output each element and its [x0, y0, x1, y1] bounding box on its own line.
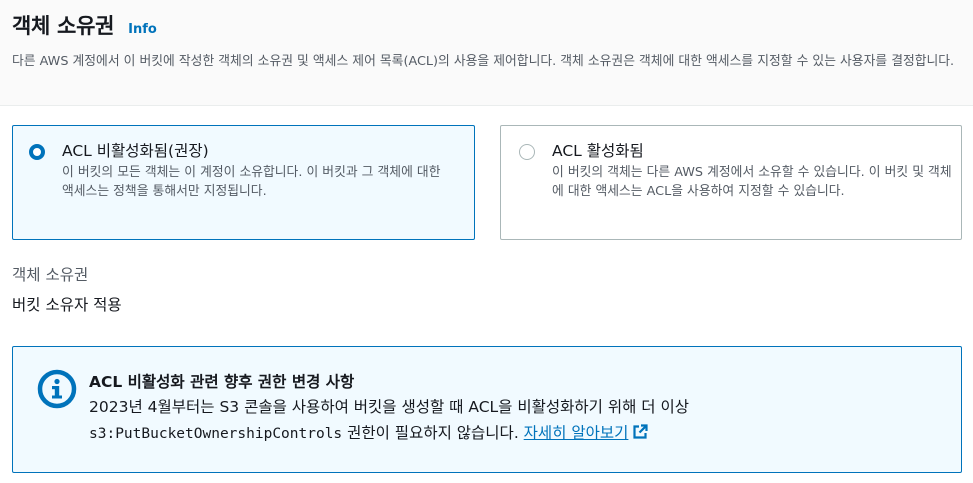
option-description: 이 버킷의 모든 객체는 이 계정이 소유합니다. 이 버킷과 그 객체에 대한…: [62, 165, 441, 199]
info-link[interactable]: Info: [128, 22, 157, 37]
alert-code: s3:PutBucketOwnershipControls: [89, 426, 343, 442]
ownership-value: 버킷 소유자 적용: [12, 296, 122, 314]
radio-unselected-icon[interactable]: [519, 144, 535, 160]
learn-more-link[interactable]: 자세히 알아보기: [524, 424, 649, 442]
option-text: ACL 비활성화됨(권장) 이 버킷의 모든 객체는 이 계정이 소유합니다. …: [62, 140, 454, 239]
header-description: 다른 AWS 계정에서 이 버킷에 작성한 객체의 소유권 및 액세스 제어 목…: [12, 54, 955, 69]
ownership-label: 객체 소유권: [12, 266, 89, 284]
title-row: 객체 소유권 Info: [12, 10, 961, 44]
alert-line-2-text: 권한이 필요하지 않습니다.: [342, 424, 524, 442]
option-label: ACL 비활성화됨(권장): [62, 142, 209, 160]
learn-more-label: 자세히 알아보기: [523, 424, 629, 442]
info-alert: ACL 비활성화 관련 향후 권한 변경 사항 2023년 4월부터는 S3 콘…: [12, 346, 962, 473]
alert-title: ACL 비활성화 관련 향후 권한 변경 사항: [89, 373, 355, 391]
alert-line-2: s3:PutBucketOwnershipControls 권한이 필요하지 않…: [89, 420, 689, 447]
alert-line-1: 2023년 4월부터는 S3 콘솔을 사용하여 버킷을 생성할 때 ACL을 비…: [89, 398, 689, 416]
page-title: 객체 소유권: [12, 14, 115, 38]
object-ownership-header: 객체 소유권 Info 다른 AWS 계정에서 이 버킷에 작성한 객체의 소유…: [0, 0, 973, 106]
option-acl-disabled[interactable]: ACL 비활성화됨(권장) 이 버킷의 모든 객체는 이 계정이 소유합니다. …: [12, 125, 475, 240]
ownership-field: 객체 소유권 버킷 소유자 적용: [12, 264, 122, 316]
option-text: ACL 활성화됨 이 버킷의 객체는 다른 AWS 계정에서 소유할 수 있습니…: [552, 140, 952, 239]
radio-selected-icon[interactable]: [29, 144, 45, 160]
alert-body: ACL 비활성화 관련 향후 권한 변경 사항 2023년 4월부터는 S3 콘…: [89, 369, 689, 472]
info-icon: [37, 369, 77, 409]
option-label: ACL 활성화됨: [552, 142, 644, 160]
option-description: 이 버킷의 객체는 다른 AWS 계정에서 소유할 수 있습니다. 이 버킷 및…: [552, 165, 952, 199]
external-link-icon: [633, 424, 649, 439]
option-acl-enabled[interactable]: ACL 활성화됨 이 버킷의 객체는 다른 AWS 계정에서 소유할 수 있습니…: [500, 125, 962, 240]
ownership-options: ACL 비활성화됨(권장) 이 버킷의 모든 객체는 이 계정이 소유합니다. …: [12, 125, 962, 240]
